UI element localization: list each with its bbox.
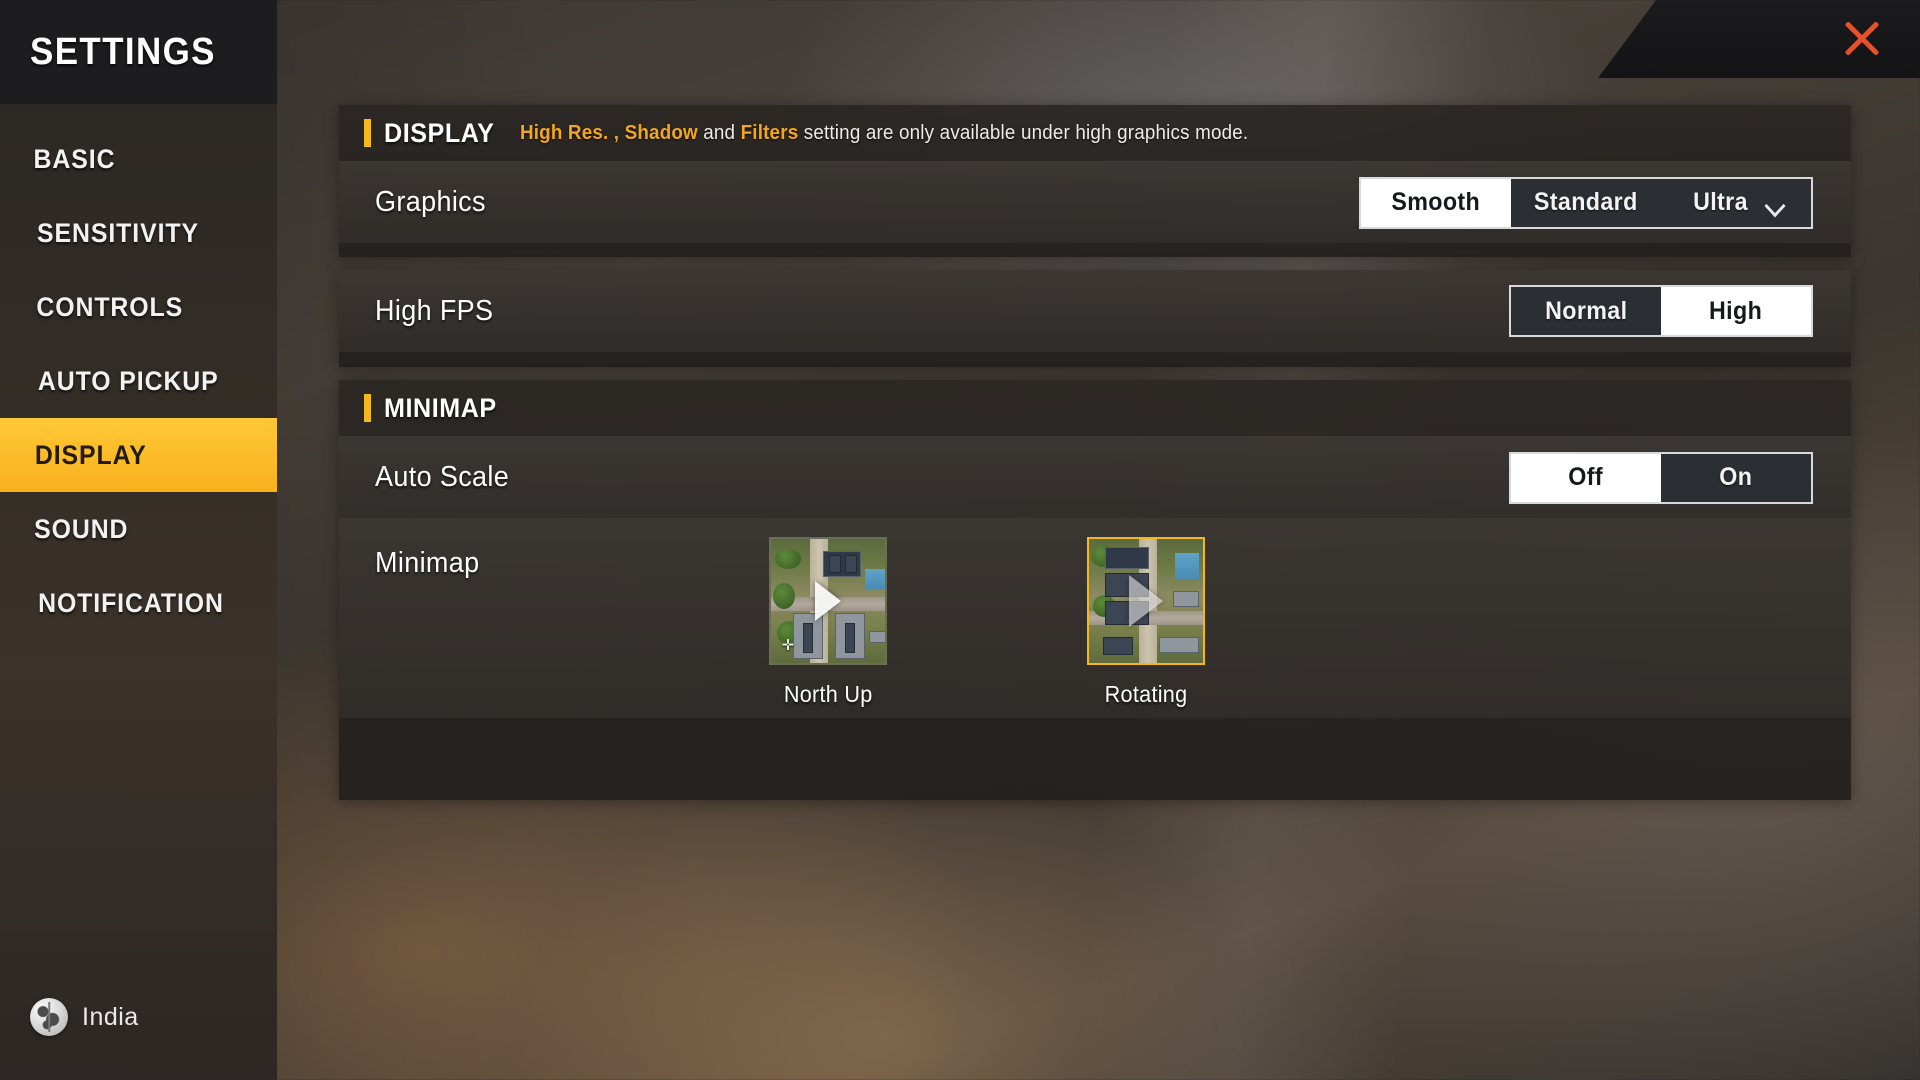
sidebar-item-label: SENSITIVITY: [37, 217, 200, 248]
minimap-thumbnail-rotating[interactable]: [1087, 537, 1205, 665]
note-highlight-high-res: High Res. ,: [519, 121, 619, 144]
close-icon[interactable]: [1834, 10, 1890, 66]
minimap-panel: MINIMAP Auto Scale Off On Minimap ✛ Nort…: [339, 380, 1851, 800]
auto-scale-segmented-toggle: Off On: [1509, 451, 1813, 504]
locale-label: India: [82, 1002, 139, 1031]
minimap-choice-caption: North Up: [781, 681, 875, 708]
minimap-preview-art: ✛: [771, 539, 885, 663]
sidebar-item-label: SOUND: [34, 513, 129, 544]
minimap-choice-rotating[interactable]: Rotating: [1087, 537, 1205, 708]
minimap-preview-art: [1089, 539, 1203, 663]
display-section-note: High Res. , Shadow and Filters setting a…: [520, 122, 1248, 145]
high-fps-option-high[interactable]: High: [1661, 287, 1811, 335]
section-accent-bar: [364, 119, 371, 147]
high-fps-option-normal[interactable]: Normal: [1511, 287, 1661, 335]
chevron-down-icon[interactable]: [1766, 198, 1785, 210]
sidebar-item-label: BASIC: [33, 143, 116, 174]
map-tree: [775, 549, 801, 569]
high-fps-segmented-toggle: Normal High: [1509, 285, 1813, 337]
map-building: [1159, 637, 1199, 653]
app-root: SETTINGS BASIC SENSITIVITY CONTROLS AUTO…: [0, 0, 1920, 1080]
auto-scale-option-label: Off: [1568, 463, 1604, 491]
high-fps-option-label: High: [1709, 296, 1763, 325]
minimap-choice-caption: Rotating: [1102, 681, 1190, 708]
graphics-option-smooth[interactable]: Smooth: [1361, 178, 1511, 227]
map-water: [1175, 553, 1199, 579]
auto-scale-option-label: On: [1719, 463, 1753, 491]
high-fps-option-label: Normal: [1544, 296, 1628, 325]
map-building: [829, 555, 841, 573]
graphics-option-label: Ultra: [1692, 188, 1748, 216]
section-accent-bar: [364, 394, 371, 422]
settings-content: DISPLAY High Res. , Shadow and Filters s…: [277, 0, 1920, 1080]
sidebar-header: SETTINGS: [0, 0, 277, 104]
map-building: [845, 555, 857, 573]
minimap-mode-choices: ✛ North Up Rotating: [769, 537, 1205, 708]
note-highlight-shadow: Shadow: [624, 121, 698, 144]
minimap-choice-label: North Up: [783, 681, 873, 707]
high-fps-label: High FPS: [375, 294, 494, 327]
sidebar-nav: BASIC SENSITIVITY CONTROLS AUTO PICKUP D…: [0, 122, 277, 640]
sidebar-item-display[interactable]: DISPLAY: [0, 418, 277, 492]
setting-row-graphics: Graphics Smooth Standard Ultra: [339, 161, 1851, 243]
map-tree: [773, 583, 795, 609]
map-building: [869, 631, 885, 643]
note-mid: and: [697, 121, 741, 144]
auto-scale-control: Off On: [1509, 451, 1813, 504]
sidebar-item-sensitivity[interactable]: SENSITIVITY: [0, 196, 277, 270]
auto-scale-option-on[interactable]: On: [1661, 454, 1811, 502]
sidebar-item-label: CONTROLS: [36, 291, 184, 322]
minimap-label: Minimap: [375, 547, 480, 579]
display-section-header: DISPLAY High Res. , Shadow and Filters s…: [339, 105, 1851, 161]
display-panel: DISPLAY High Res. , Shadow and Filters s…: [339, 105, 1851, 257]
graphics-option-standard[interactable]: Standard: [1511, 179, 1661, 227]
map-building: [1105, 547, 1149, 569]
graphics-option-label: Smooth: [1391, 188, 1481, 216]
minimap-thumbnail-north-up[interactable]: ✛: [769, 537, 887, 665]
auto-scale-option-off[interactable]: Off: [1511, 453, 1661, 502]
sidebar-item-label: AUTO PICKUP: [37, 365, 219, 396]
setting-row-auto-scale: Auto Scale Off On: [339, 436, 1851, 518]
sidebar-item-label: NOTIFICATION: [38, 587, 224, 618]
map-water: [865, 569, 885, 589]
sidebar-item-auto-pickup[interactable]: AUTO PICKUP: [0, 344, 277, 418]
map-building: [845, 623, 855, 653]
sidebar-item-label: DISPLAY: [34, 439, 147, 470]
sidebar-item-sound[interactable]: SOUND: [0, 492, 277, 566]
minimap-choice-north-up[interactable]: ✛ North Up: [769, 537, 887, 708]
graphics-option-ultra[interactable]: Ultra: [1661, 179, 1811, 227]
compass-icon: ✛: [781, 637, 795, 654]
minimap-choice-label: Rotating: [1104, 681, 1188, 707]
sidebar-item-notification[interactable]: NOTIFICATION: [0, 566, 277, 640]
graphics-label: Graphics: [375, 186, 486, 218]
auto-scale-label: Auto Scale: [375, 461, 510, 493]
note-tail: setting are only available under high gr…: [798, 121, 1249, 144]
globe-icon: [30, 998, 68, 1036]
display-section-title: DISPLAY: [384, 117, 495, 148]
graphics-segmented-toggle: Smooth Standard Ultra: [1359, 176, 1813, 229]
graphics-option-label: Standard: [1534, 188, 1638, 216]
player-direction-indicator: [1129, 575, 1163, 627]
map-building: [1103, 637, 1133, 655]
page-title: SETTINGS: [30, 30, 216, 73]
setting-row-minimap-mode: Minimap ✛ North Up Rotating: [339, 518, 1851, 718]
minimap-section-header: MINIMAP: [339, 380, 1851, 436]
locale-selector[interactable]: India: [30, 998, 139, 1036]
map-building: [1173, 591, 1199, 607]
graphics-control: Smooth Standard Ultra: [1359, 176, 1813, 229]
sidebar-item-basic[interactable]: BASIC: [0, 122, 277, 196]
fps-panel: High FPS Normal High: [339, 270, 1851, 367]
map-building: [803, 623, 813, 653]
setting-row-high-fps: High FPS Normal High: [339, 270, 1851, 352]
player-direction-indicator: [815, 581, 841, 621]
note-highlight-filters: Filters: [740, 121, 799, 144]
sidebar-item-controls[interactable]: CONTROLS: [0, 270, 277, 344]
minimap-section-title: MINIMAP: [384, 392, 497, 423]
high-fps-control: Normal High: [1509, 285, 1813, 337]
sidebar: SETTINGS BASIC SENSITIVITY CONTROLS AUTO…: [0, 0, 277, 1080]
